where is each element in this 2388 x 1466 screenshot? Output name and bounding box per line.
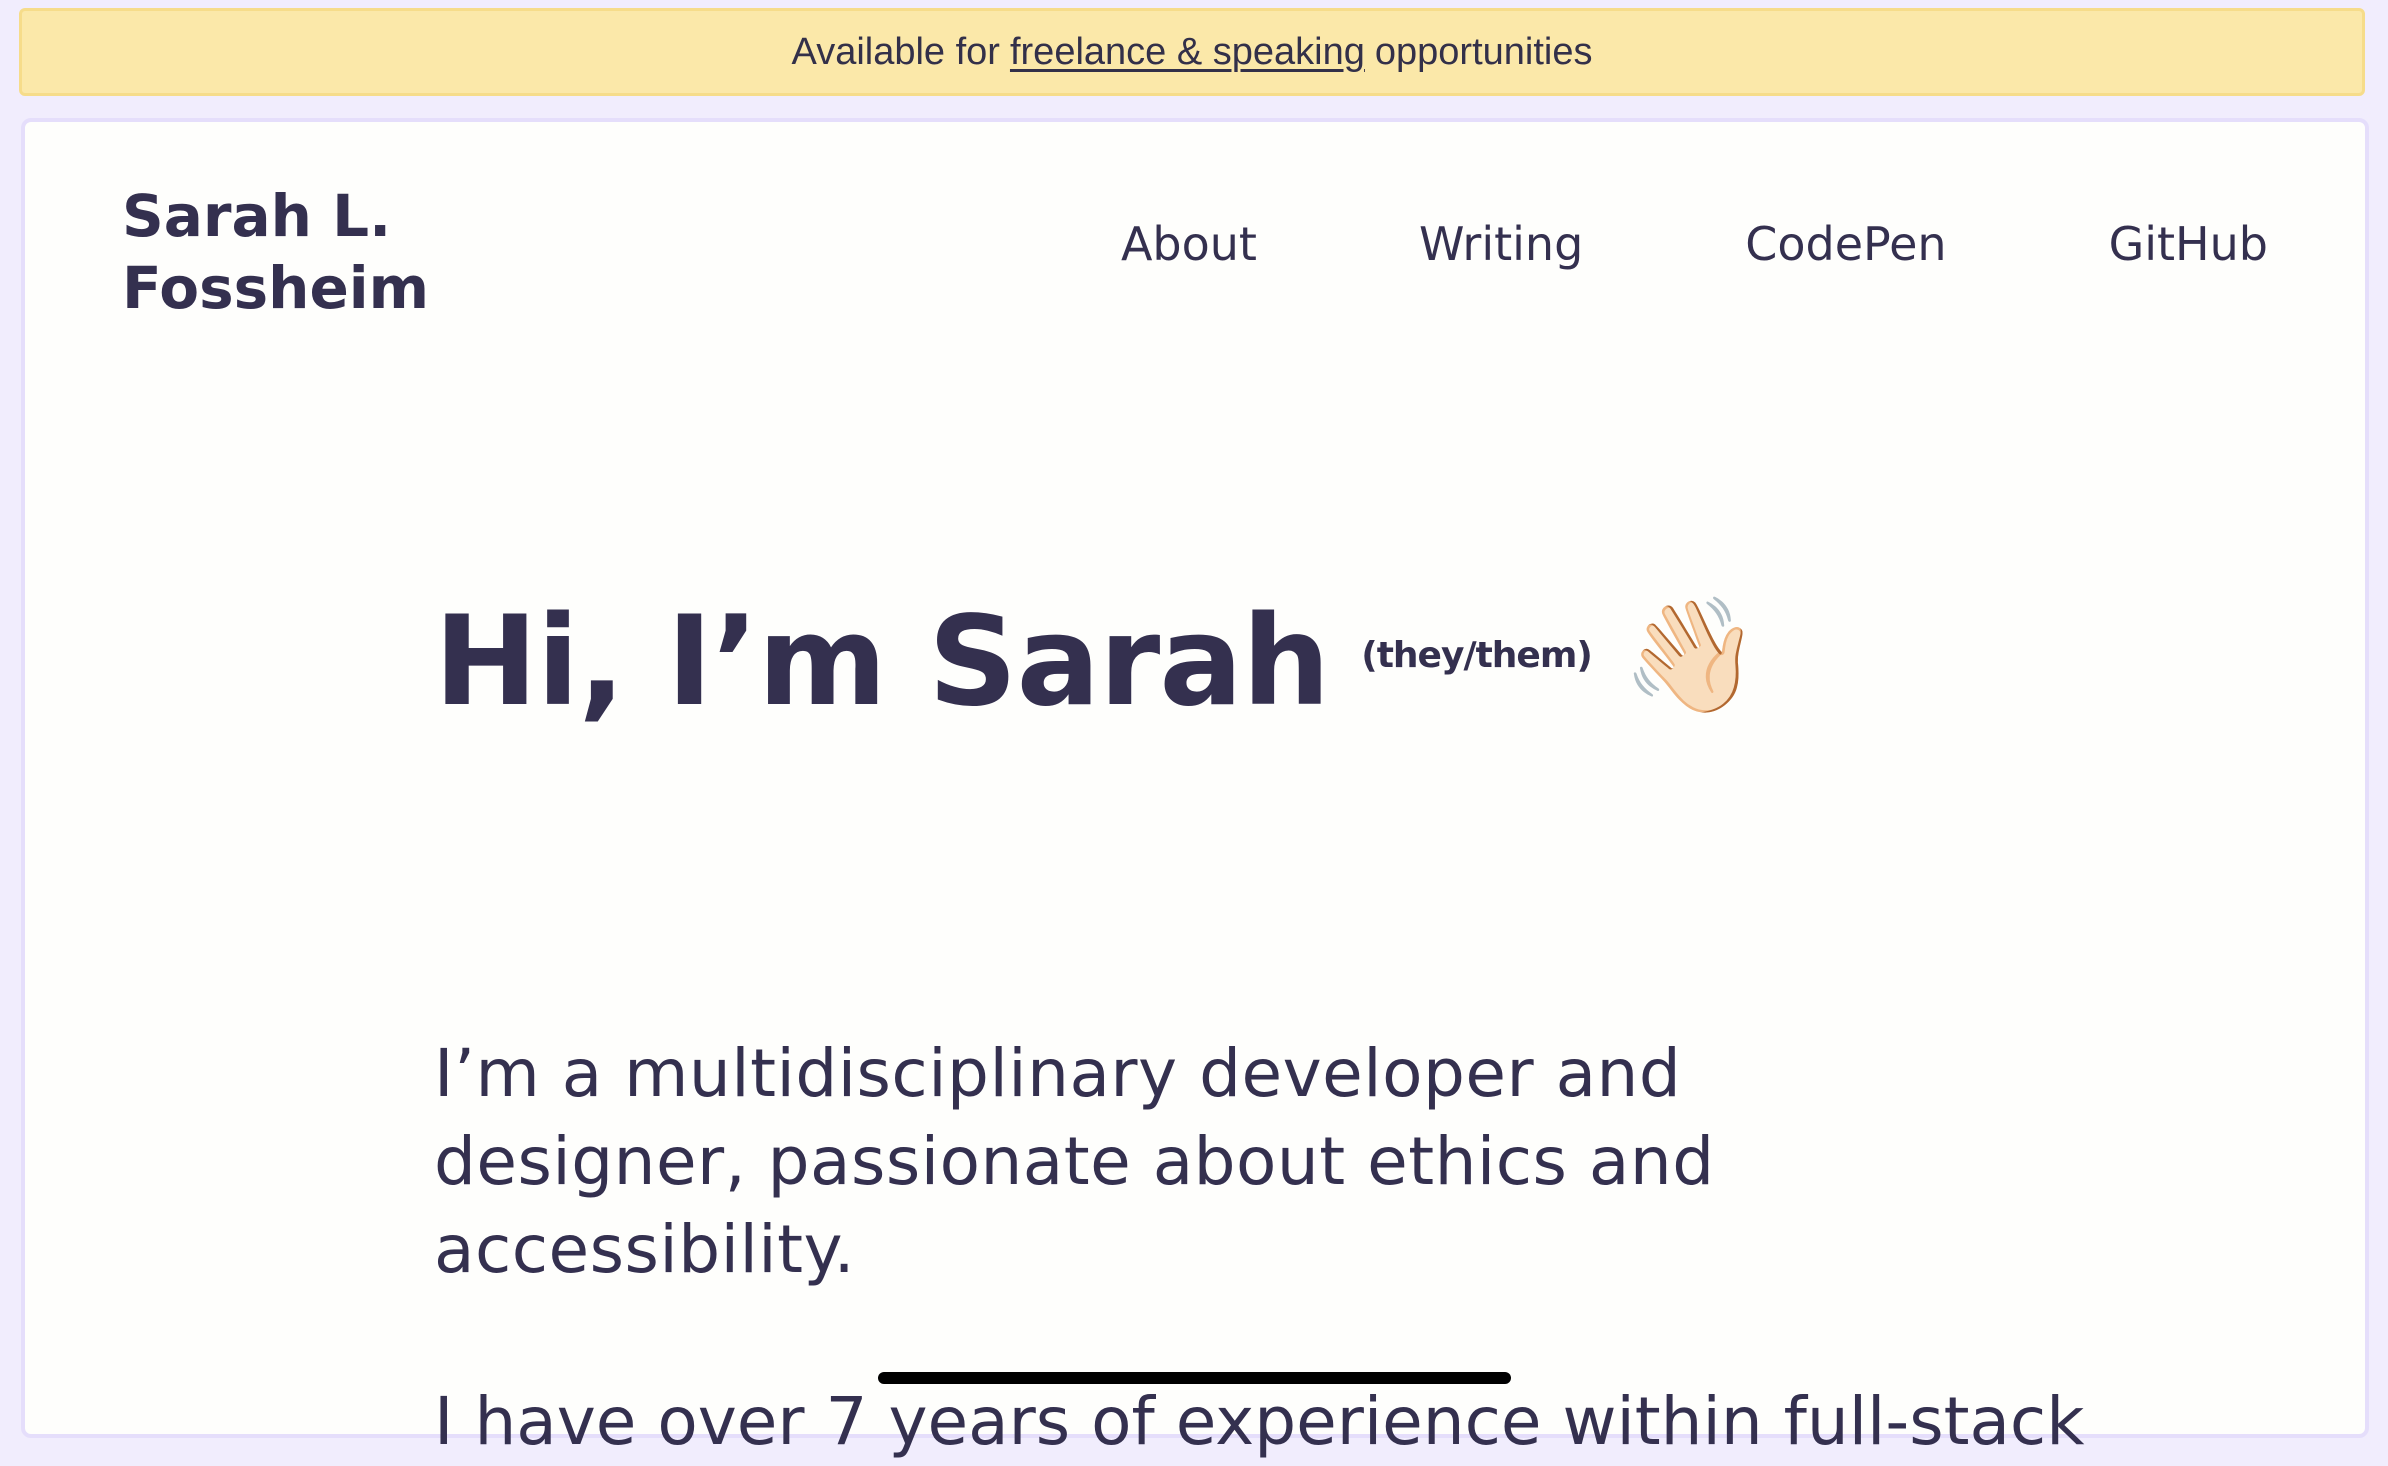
intro-paragraph: I’m a multidisciplinary developer and de…	[434, 1035, 1715, 1288]
banner-prefix: Available for	[791, 30, 1000, 73]
pronouns-text: they/them	[1376, 635, 1577, 678]
home-indicator[interactable]	[878, 1372, 1511, 1384]
banner-link[interactable]: freelance & speaking	[1010, 31, 1365, 74]
main-nav: About Writing CodePen GitHub	[1121, 217, 2268, 271]
waving-hand-icon: 👋🏻	[1621, 591, 1761, 721]
banner-suffix: opportunities	[1374, 30, 1593, 73]
nav-github[interactable]: GitHub	[2109, 217, 2268, 271]
logo-line-1: Sarah L.	[122, 182, 392, 250]
logo-line-2: Fossheim	[122, 254, 430, 322]
hero-section: Hi, I’m Sarah (they/them) 👋🏻	[434, 590, 1934, 734]
hero-heading-text: Hi, I’m Sarah	[434, 590, 1330, 734]
pronouns: (they/them)	[1361, 635, 1593, 678]
nav-codepen[interactable]: CodePen	[1745, 217, 1946, 271]
announcement-banner: Available for freelance & speaking oppor…	[19, 8, 2365, 96]
nav-writing[interactable]: Writing	[1419, 217, 1583, 271]
site-logo[interactable]: Sarah L. Fossheim	[122, 180, 429, 324]
hero-heading: Hi, I’m Sarah (they/them) 👋🏻	[434, 590, 1934, 734]
bio-paragraph: I have over 7 years of experience within…	[434, 1383, 2085, 1460]
nav-about[interactable]: About	[1121, 217, 1257, 271]
